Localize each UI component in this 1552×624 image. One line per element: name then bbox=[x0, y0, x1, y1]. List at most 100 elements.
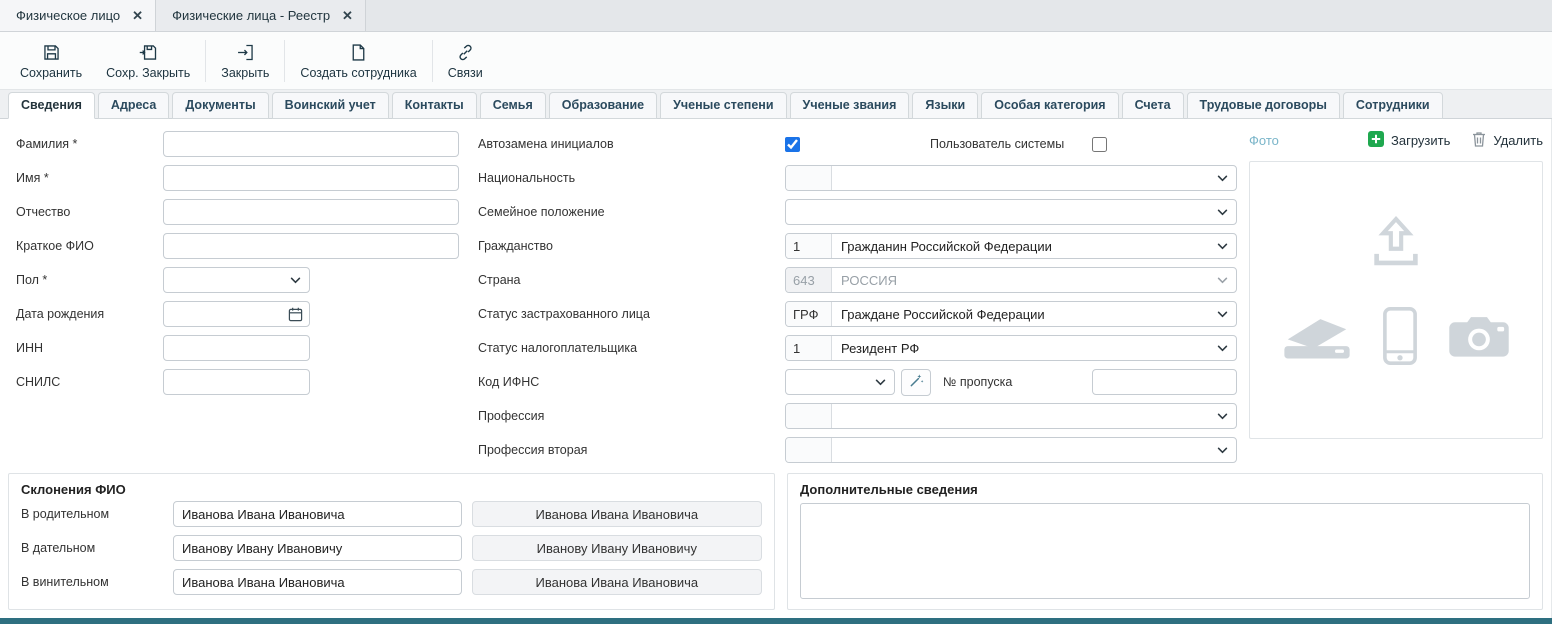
create-employee-button[interactable]: Создать сотрудника bbox=[288, 38, 428, 84]
tab-semya[interactable]: Семья bbox=[480, 92, 546, 119]
taxpayer-status-code[interactable]: 1 bbox=[786, 336, 832, 360]
photo-dropzone[interactable] bbox=[1249, 161, 1543, 439]
pass-number-label: № пропуска bbox=[943, 375, 1012, 389]
inn-input[interactable] bbox=[163, 335, 310, 361]
birthdate-label: Дата рождения bbox=[16, 307, 163, 321]
smartphone-icon bbox=[1383, 307, 1417, 370]
profession-code[interactable] bbox=[786, 404, 832, 428]
insured-status-select[interactable]: ГРФ Граждане Российской Федерации bbox=[785, 301, 1237, 327]
ifns-code-label: Код ИФНС bbox=[478, 375, 785, 389]
person-form: Фамилия * Имя * Отчество Краткое ФИО Пол… bbox=[0, 119, 1551, 467]
pass-number-input[interactable] bbox=[1092, 369, 1237, 395]
tab-obrazovanie[interactable]: Образование bbox=[549, 92, 657, 119]
additional-info-textarea[interactable] bbox=[800, 503, 1530, 599]
chevron-down-icon bbox=[1209, 175, 1236, 182]
chevron-down-icon bbox=[1209, 311, 1236, 318]
profession-second-code[interactable] bbox=[786, 438, 832, 462]
tab-osobaya-kategoriya[interactable]: Особая категория bbox=[981, 92, 1118, 119]
tab-dokumenty[interactable]: Документы bbox=[172, 92, 268, 119]
dative-label: В дательном bbox=[21, 541, 173, 555]
genitive-input[interactable] bbox=[173, 501, 462, 527]
chevron-down-icon bbox=[282, 277, 309, 284]
tab-kontakty[interactable]: Контакты bbox=[392, 92, 477, 119]
save-label: Сохранить bbox=[20, 66, 82, 80]
chevron-down-icon bbox=[1209, 447, 1236, 454]
ifns-autofill-button[interactable] bbox=[901, 369, 931, 396]
patronymic-input[interactable] bbox=[163, 199, 459, 225]
tab-voinskiy-uchet[interactable]: Воинский учет bbox=[272, 92, 389, 119]
tab-trudovye-dogovory[interactable]: Трудовые договоры bbox=[1187, 92, 1340, 119]
taxpayer-status-select[interactable]: 1 Резидент РФ bbox=[785, 335, 1237, 361]
auto-initials-checkbox[interactable] bbox=[785, 137, 800, 152]
marital-status-select[interactable] bbox=[785, 199, 1237, 225]
profession-select[interactable] bbox=[785, 403, 1237, 429]
close-tab-icon[interactable]: ✕ bbox=[342, 9, 353, 22]
accusative-label: В винительном bbox=[21, 575, 173, 589]
links-button[interactable]: Связи bbox=[436, 38, 495, 84]
nationality-code[interactable] bbox=[786, 166, 832, 190]
gender-select[interactable] bbox=[163, 267, 310, 293]
nationality-select[interactable] bbox=[785, 165, 1237, 191]
short-fio-input[interactable] bbox=[163, 233, 459, 259]
system-user-label: Пользователь системы bbox=[930, 137, 1092, 151]
name-label: Имя * bbox=[16, 171, 163, 185]
magic-wand-icon bbox=[909, 373, 924, 391]
chevron-down-icon bbox=[1209, 243, 1236, 250]
bottom-panels: Склонения ФИО В родительном Иванова Иван… bbox=[0, 467, 1551, 618]
window-tab-registry[interactable]: Физические лица - Реестр ✕ bbox=[156, 0, 366, 31]
camera-icon bbox=[1447, 313, 1511, 364]
insured-status-code[interactable]: ГРФ bbox=[786, 302, 832, 326]
save-button[interactable]: Сохранить bbox=[8, 38, 94, 84]
chevron-down-icon bbox=[1209, 209, 1236, 216]
toolbar: Сохранить Сохр. Закрыть Закрыть Создать … bbox=[0, 32, 1552, 90]
profession-label: Профессия bbox=[478, 409, 785, 423]
citizenship-value: Гражданин Российской Федерации bbox=[832, 239, 1209, 254]
close-tab-icon[interactable]: ✕ bbox=[132, 9, 143, 22]
toolbar-separator bbox=[284, 40, 285, 82]
marital-status-label: Семейное положение bbox=[478, 205, 785, 219]
form-left-column: Фамилия * Имя * Отчество Краткое ФИО Пол… bbox=[16, 127, 478, 467]
chevron-down-icon bbox=[1209, 277, 1236, 284]
citizenship-select[interactable]: 1 Гражданин Российской Федерации bbox=[785, 233, 1237, 259]
tab-uchenye-stepeni[interactable]: Ученые степени bbox=[660, 92, 786, 119]
accusative-suggestion-button[interactable]: Иванова Ивана Ивановича bbox=[472, 569, 762, 595]
profession-second-select[interactable] bbox=[785, 437, 1237, 463]
dative-input[interactable] bbox=[173, 535, 462, 561]
additional-info-title: Дополнительные сведения bbox=[800, 482, 1530, 497]
close-label: Закрыть bbox=[221, 66, 269, 80]
accusative-input[interactable] bbox=[173, 569, 462, 595]
ifns-code-select[interactable] bbox=[785, 369, 895, 395]
tab-yazyki[interactable]: Языки bbox=[912, 92, 978, 119]
chevron-down-icon bbox=[1209, 413, 1236, 420]
window-tab-person-label: Физическое лицо bbox=[16, 8, 120, 23]
save-close-button[interactable]: Сохр. Закрыть bbox=[94, 38, 202, 84]
close-button[interactable]: Закрыть bbox=[209, 38, 281, 84]
photo-upload-button[interactable]: Загрузить bbox=[1368, 131, 1450, 150]
genitive-suggestion-button[interactable]: Иванова Ивана Ивановича bbox=[472, 501, 762, 527]
name-input[interactable] bbox=[163, 165, 459, 191]
form-middle-column: Автозамена инициалов Пользователь систем… bbox=[478, 127, 1237, 467]
surname-input[interactable] bbox=[163, 131, 459, 157]
tab-uchenye-zvaniya[interactable]: Ученые звания bbox=[790, 92, 910, 119]
calendar-icon[interactable] bbox=[288, 307, 303, 327]
system-user-checkbox[interactable] bbox=[1092, 137, 1107, 152]
citizenship-label: Гражданство bbox=[478, 239, 785, 253]
tab-scheta[interactable]: Счета bbox=[1122, 92, 1184, 119]
window-tab-bar: Физическое лицо ✕ Физические лица - Реес… bbox=[0, 0, 1552, 32]
tab-svedeniya[interactable]: Сведения bbox=[8, 92, 95, 119]
upload-arrow-icon bbox=[1365, 210, 1427, 277]
photo-delete-button[interactable]: Удалить bbox=[1472, 131, 1543, 150]
snils-input[interactable] bbox=[163, 369, 310, 395]
app-window: Физическое лицо ✕ Физические лица - Реес… bbox=[0, 0, 1552, 624]
tab-sotrudniki[interactable]: Сотрудники bbox=[1343, 92, 1443, 119]
auto-initials-label: Автозамена инициалов bbox=[478, 137, 785, 151]
short-fio-label: Краткое ФИО bbox=[16, 239, 163, 253]
citizenship-code[interactable]: 1 bbox=[786, 234, 832, 258]
dative-suggestion-button[interactable]: Иванову Ивану Ивановичу bbox=[472, 535, 762, 561]
photo-delete-label: Удалить bbox=[1493, 133, 1543, 148]
save-close-icon bbox=[138, 42, 159, 63]
tab-adresa[interactable]: Адреса bbox=[98, 92, 169, 119]
declension-title: Склонения ФИО bbox=[21, 482, 762, 497]
window-tab-person[interactable]: Физическое лицо ✕ bbox=[0, 0, 156, 31]
declension-panel: Склонения ФИО В родительном Иванова Иван… bbox=[8, 473, 775, 610]
